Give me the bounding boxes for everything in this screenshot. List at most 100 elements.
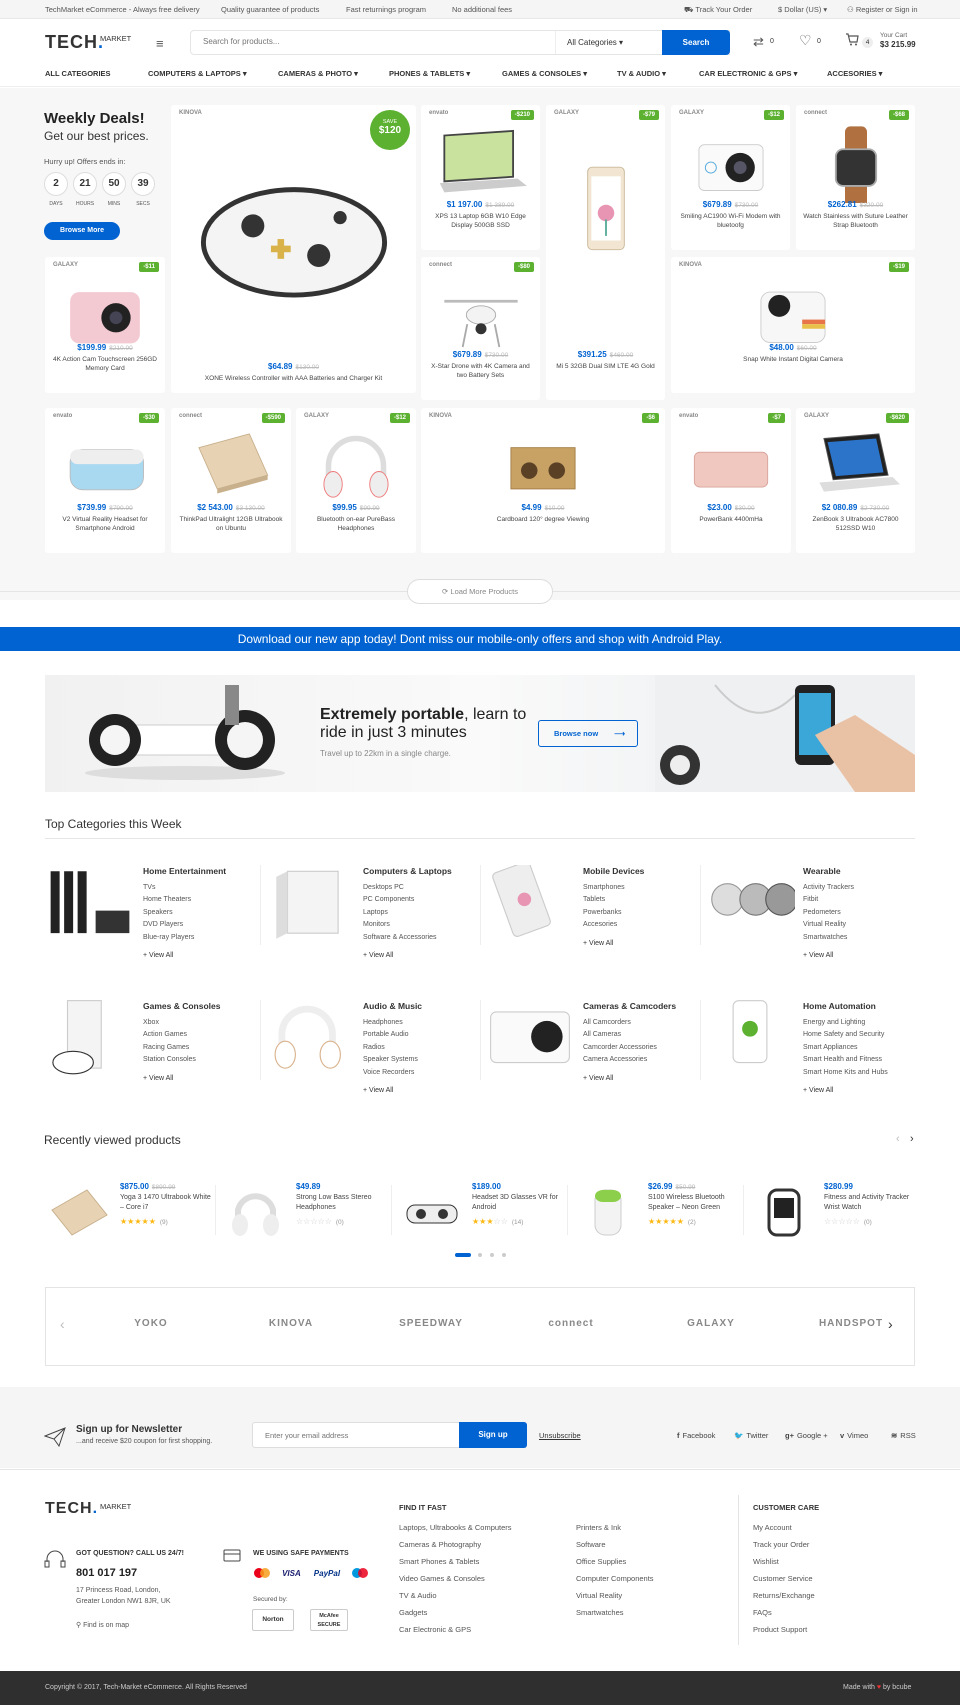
category-link[interactable]: Voice Recorders [363,1067,478,1080]
nav-all-categories[interactable]: ALL CATEGORIES [45,69,111,78]
recent-product-name[interactable]: Strong Low Bass Stereo Headphones [296,1193,391,1213]
category-link[interactable]: Station Consoles [143,1054,258,1067]
category-image[interactable] [45,1000,135,1080]
product-name[interactable]: Cardboard 120° degree Viewing [427,515,659,524]
category-link[interactable]: Fitbit [803,894,918,907]
recent-product[interactable]: $26.99 $50.99 S100 Wireless Bluetooth Spea… [573,1180,745,1240]
category-title[interactable]: Audio & Music [363,1000,478,1013]
product-card[interactable]: GALAXY -$11 $199.99 $210.00 4K Action Cam To… [45,257,165,393]
product-name[interactable]: PowerBank 4400mHa [677,515,785,524]
product-card[interactable]: KINOVA SAVE $120 $64.89 $130.00 XONE Wireless… [171,105,416,393]
recent-product-image[interactable] [221,1180,291,1240]
category-title[interactable]: Computers & Laptops [363,865,478,878]
footer-link[interactable]: Returns/Exchange [753,1587,815,1604]
category-link[interactable]: Tablets [583,894,698,907]
product-name[interactable]: XONE Wireless Controller with AAA Batter… [177,374,410,383]
product-card[interactable]: envato -$30 $739.99 $790.00 V2 Virtual Reali… [45,408,165,553]
load-more-button[interactable]: ⟳ Load More Products [407,579,553,604]
recent-product-name[interactable]: Headset 3D Glasses VR for Android [472,1193,567,1213]
category-link[interactable]: Speaker Systems [363,1054,478,1067]
category-image[interactable] [265,865,355,945]
product-card[interactable]: connect -$80 $679.89 $730.00 X-Star Drone wi… [421,257,540,400]
view-all-link[interactable]: + View All [583,938,698,951]
footer-link[interactable]: Cameras & Photography [399,1536,512,1553]
product-image[interactable] [676,123,786,203]
recent-product[interactable]: $49.89 Strong Low Bass Stereo Headphones ☆… [221,1180,393,1240]
category-link[interactable]: TVs [143,882,258,895]
category-link[interactable]: Speakers [143,907,258,920]
nav-cameras[interactable]: CAMERAS & PHOTO ▾ [278,69,358,78]
category-title[interactable]: Home Entertainment [143,865,258,878]
product-image[interactable] [551,123,661,303]
category-title[interactable]: Games & Consoles [143,1000,258,1013]
unsubscribe-link[interactable]: Unsubscribe [539,1431,581,1440]
nav-games[interactable]: GAMES & CONSOLES ▾ [502,69,587,78]
category-image[interactable] [705,865,798,945]
product-card[interactable]: KINOVA -$6 $4.99 $10.00 Cardboard 120° degre… [421,408,665,553]
footer-link[interactable]: Gadgets [399,1604,512,1621]
product-image[interactable] [801,426,911,506]
product-image[interactable] [176,426,286,506]
category-link[interactable]: Xbox [143,1017,258,1030]
product-image[interactable] [676,426,786,506]
recent-product-name[interactable]: S100 Wireless Bluetooth Speaker – Neon G… [648,1193,743,1213]
category-link[interactable]: Monitors [363,919,478,932]
footer-link[interactable]: Printers & Ink [576,1519,654,1536]
category-image[interactable] [705,1000,795,1080]
prev-arrow-icon[interactable]: ‹ [896,1133,900,1145]
product-name[interactable]: X-Star Drone with 4K Camera and two Batt… [427,362,534,381]
brand-logo-speedway[interactable]: SPEEDWAY [381,1318,481,1329]
category-link[interactable]: Blue-ray Players [143,932,258,945]
product-image[interactable] [426,275,536,355]
recent-product[interactable]: $189.00 Headset 3D Glasses VR for Android… [397,1180,569,1240]
social-rss[interactable]: ≋ RSS [891,1431,916,1440]
promo-browse-button[interactable]: Browse now ⟶ [538,720,638,747]
category-link[interactable]: Smartwatches [803,932,918,945]
product-name[interactable]: V2 Virtual Reality Headset for Smartphon… [51,515,159,534]
category-link[interactable]: Smart Home Kits and Hubs [803,1067,918,1080]
product-name[interactable]: Mi 5 32GB Dual SIM LTE 4G Gold [552,362,659,371]
category-link[interactable]: Accesories [583,919,698,932]
product-image[interactable] [488,426,598,506]
view-all-link[interactable]: + View All [803,1085,918,1098]
footer-link[interactable]: Track your Order [753,1536,815,1553]
browse-more-button[interactable]: Browse More [44,222,120,240]
category-link[interactable]: Laptops [363,907,478,920]
menu-icon[interactable]: ≡ [156,36,164,51]
product-name[interactable]: Bluetooth on-ear PureBass Headphones [302,515,410,534]
product-image[interactable] [801,123,911,209]
brands-prev-icon[interactable]: ‹ [60,1316,65,1332]
footer-link[interactable]: Computer Components [576,1570,654,1587]
product-name[interactable]: 4K Action Cam Touchscreen 256GD Memory C… [51,355,159,374]
carousel-dot-active[interactable] [455,1253,471,1257]
product-card[interactable]: envato -$7 $23.00 $30.00 PowerBank 4400mHa [671,408,791,553]
footer-link[interactable]: Office Supplies [576,1553,654,1570]
map-link[interactable]: ⚲ Find is on map [76,1621,129,1629]
carousel-dot[interactable] [490,1253,494,1257]
search-input[interactable] [203,37,503,46]
search-button[interactable]: Search [662,30,730,55]
category-select[interactable]: All Categories ▾ [567,38,623,47]
category-link[interactable]: DVD Players [143,919,258,932]
view-all-link[interactable]: + View All [363,1085,478,1098]
register-link[interactable]: ⚇ Register or Sign in [847,5,918,14]
product-card[interactable]: GALAXY -$79 $391.25 $460.00 Mi 5 32GB Dual S… [546,105,665,400]
footer-link[interactable]: Software [576,1536,654,1553]
footer-link[interactable]: My Account [753,1519,815,1536]
footer-link[interactable]: Smart Phones & Tablets [399,1553,512,1570]
category-link[interactable]: Pedometers [803,907,918,920]
footer-link[interactable]: Wishlist [753,1553,815,1570]
recent-product[interactable]: $875.00 $890.99 Yoga 3 1470 Ultrabook Whit… [45,1180,217,1240]
category-link[interactable]: All Camcorders [583,1017,698,1030]
product-name[interactable]: Snap White Instant Digital Camera [677,355,909,364]
wishlist-icon[interactable]: ♡ [799,32,812,49]
view-all-link[interactable]: + View All [583,1073,698,1086]
nav-phones[interactable]: PHONES & TABLETS ▾ [389,69,470,78]
nav-computers[interactable]: COMPUTERS & LAPTOPS ▾ [148,69,247,78]
carousel-dot[interactable] [502,1253,506,1257]
product-name[interactable]: ZenBook 3 Ultrabook AC7800 512SSD W10 [802,515,909,534]
carousel-dot[interactable] [478,1253,482,1257]
footer-link[interactable]: Virtual Reality [576,1587,654,1604]
brand-logo-kinova[interactable]: KINOVA [241,1318,341,1329]
category-link[interactable]: Powerbanks [583,907,698,920]
